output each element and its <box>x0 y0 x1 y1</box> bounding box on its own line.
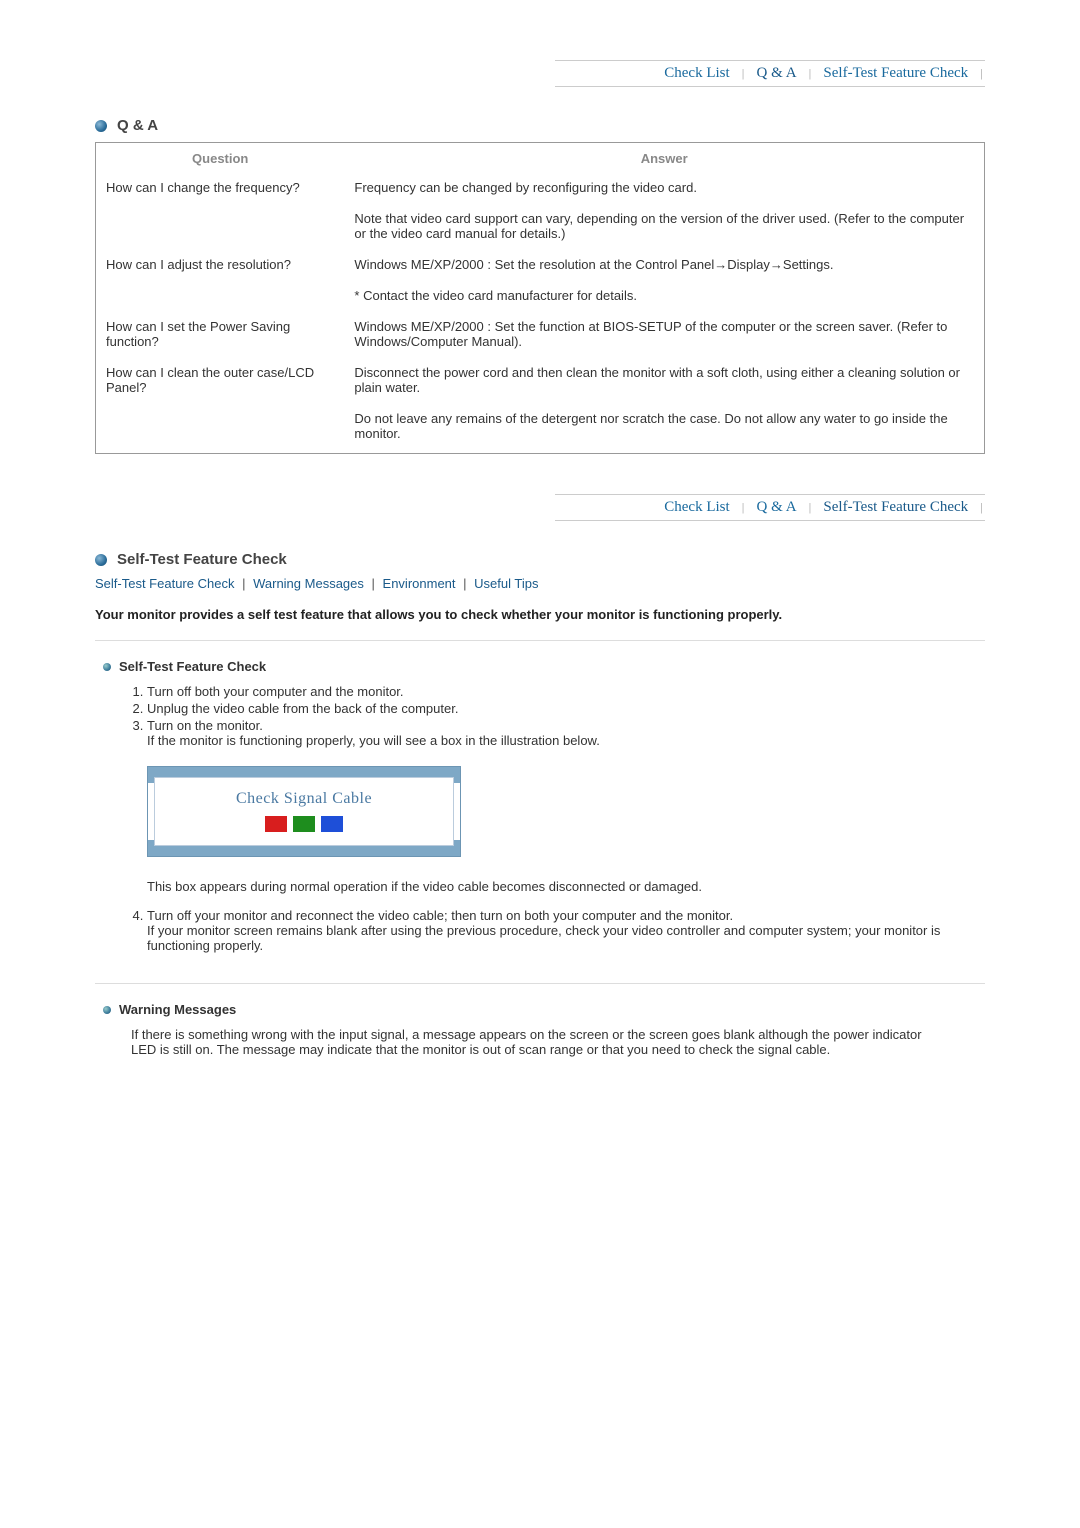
qa-question: How can I set the Power Saving function? <box>96 309 345 355</box>
table-row: How can I change the frequency? Frequenc… <box>96 174 985 201</box>
qa-question-blank <box>96 401 345 454</box>
nav-separator: | <box>807 68 814 80</box>
qa-answer: Windows ME/XP/2000 : Set the resolution … <box>344 247 984 278</box>
qa-header-question: Question <box>96 143 345 175</box>
step-line: If the monitor is functioning properly, … <box>147 733 600 748</box>
step-line: If your monitor screen remains blank aft… <box>147 923 940 953</box>
table-row: Note that video card support can vary, d… <box>96 201 985 247</box>
nav-separator: | <box>807 502 814 514</box>
qa-title-text: Q & A <box>117 117 158 134</box>
qa-question-blank <box>96 201 345 247</box>
table-row: How can I adjust the resolution? Windows… <box>96 247 985 278</box>
signal-cable-illustration: Check Signal Cable <box>147 766 945 857</box>
anchor-separator: | <box>238 576 249 591</box>
table-row: Do not leave any remains of the detergen… <box>96 401 985 454</box>
table-row: How can I set the Power Saving function?… <box>96 309 985 355</box>
table-row: * Contact the video card manufacturer fo… <box>96 278 985 309</box>
list-item: Unplug the video cable from the back of … <box>147 701 945 716</box>
selftest-subheading: Self-Test Feature Check <box>103 659 985 674</box>
warning-subheading: Warning Messages <box>103 1002 985 1017</box>
bullet-icon <box>95 554 107 566</box>
qa-question: How can I clean the outer case/LCD Panel… <box>96 355 345 401</box>
anchor-separator: | <box>368 576 379 591</box>
monitor-frame: Check Signal Cable <box>147 766 461 857</box>
small-bullet-icon <box>103 1006 111 1014</box>
nav-checklist[interactable]: Check List <box>654 499 739 516</box>
top-nav: Check List | Q & A | Self-Test Feature C… <box>555 60 985 87</box>
qa-header-answer: Answer <box>344 143 984 175</box>
warning-subheading-text: Warning Messages <box>119 1002 236 1017</box>
list-item: Turn on the monitor. If the monitor is f… <box>147 718 945 894</box>
anchor-separator: | <box>459 576 470 591</box>
table-row: How can I clean the outer case/LCD Panel… <box>96 355 985 401</box>
qa-question: How can I change the frequency? <box>96 174 345 201</box>
nav-separator: | <box>978 68 985 80</box>
selftest-subheading-text: Self-Test Feature Check <box>119 659 266 674</box>
monitor-inner: Check Signal Cable <box>154 777 454 846</box>
qa-answer: Windows ME/XP/2000 : Set the function at… <box>344 309 984 355</box>
nav-qa[interactable]: Q & A <box>747 65 807 82</box>
small-bullet-icon <box>103 663 111 671</box>
qa-answer: Frequency can be changed by reconfigurin… <box>344 174 984 201</box>
nav-selftest[interactable]: Self-Test Feature Check <box>813 65 978 82</box>
qa-table: Question Answer How can I change the fre… <box>95 142 985 454</box>
anchor-link-row: Self-Test Feature Check | Warning Messag… <box>95 576 985 591</box>
qa-question-blank <box>96 278 345 309</box>
qa-section-title: Q & A <box>95 117 985 134</box>
qa-answer: Note that video card support can vary, d… <box>344 201 984 247</box>
bullet-icon <box>95 120 107 132</box>
green-square-icon <box>293 816 315 832</box>
nav-separator: | <box>740 502 747 514</box>
nav-separator: | <box>740 68 747 80</box>
selftest-steps: Turn off both your computer and the moni… <box>123 684 985 953</box>
nav-qa[interactable]: Q & A <box>747 499 807 516</box>
divider <box>95 640 985 641</box>
qa-question: How can I adjust the resolution? <box>96 247 345 278</box>
anchor-selftest[interactable]: Self-Test Feature Check <box>95 576 234 591</box>
step-note: This box appears during normal operation… <box>147 879 905 894</box>
rgb-squares <box>265 816 343 832</box>
qa-answer: Do not leave any remains of the detergen… <box>344 401 984 454</box>
step-line: Turn on the monitor. <box>147 718 263 733</box>
qa-answer: * Contact the video card manufacturer fo… <box>344 278 984 309</box>
nav-selftest[interactable]: Self-Test Feature Check <box>813 499 978 516</box>
anchor-environment[interactable]: Environment <box>383 576 456 591</box>
divider <box>95 983 985 984</box>
nav-separator: | <box>978 502 985 514</box>
blue-square-icon <box>321 816 343 832</box>
check-signal-cable-text: Check Signal Cable <box>155 790 453 808</box>
selftest-intro: Your monitor provides a self test featur… <box>95 607 985 622</box>
list-item: Turn off both your computer and the moni… <box>147 684 945 699</box>
warning-paragraph: If there is something wrong with the inp… <box>131 1027 945 1057</box>
selftest-title-text: Self-Test Feature Check <box>117 551 287 568</box>
qa-answer: Disconnect the power cord and then clean… <box>344 355 984 401</box>
red-square-icon <box>265 816 287 832</box>
anchor-tips[interactable]: Useful Tips <box>474 576 538 591</box>
qa-header-row: Question Answer <box>96 143 985 175</box>
selftest-section-title: Self-Test Feature Check <box>95 551 985 568</box>
list-item: Turn off your monitor and reconnect the … <box>147 908 945 953</box>
nav-checklist[interactable]: Check List <box>654 65 739 82</box>
mid-nav: Check List | Q & A | Self-Test Feature C… <box>555 494 985 521</box>
anchor-warning[interactable]: Warning Messages <box>253 576 364 591</box>
step-line: Turn off your monitor and reconnect the … <box>147 908 733 923</box>
